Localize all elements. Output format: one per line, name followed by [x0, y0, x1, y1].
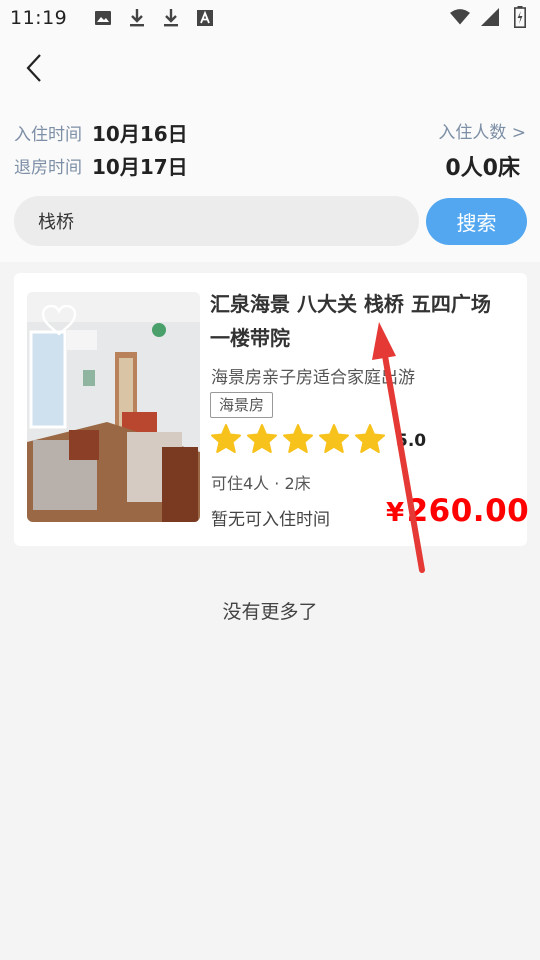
checkout-date: 10月17日 [92, 154, 188, 179]
star-icon [282, 423, 314, 455]
signal-icon [480, 6, 500, 28]
listing-tag: 海景房 [210, 392, 274, 418]
star-icon [354, 423, 386, 455]
listing-subtitle: 海景房亲子房适合家庭出游 [211, 368, 415, 388]
download-icon [127, 7, 147, 29]
status-time: 11:19 [10, 7, 68, 29]
chevron-left-icon [24, 53, 44, 87]
back-button[interactable] [16, 50, 52, 90]
checkout-label: 退房时间 [14, 157, 82, 178]
listing-card[interactable]: 汇泉海景 八大关 栈桥 五四广场 一楼带院 海景房亲子房适合家庭出游 海景房 5… [14, 273, 529, 546]
price-currency: ¥ [386, 498, 405, 528]
listing-photo [27, 292, 200, 522]
wifi-icon [450, 6, 470, 28]
listing-title: 汇泉海景 八大关 栈桥 五四广场 一楼带院 [210, 292, 491, 350]
battery-icon [510, 6, 530, 28]
guests-link[interactable]: 入住人数 > [438, 118, 526, 143]
search-input[interactable] [14, 196, 419, 246]
checkin-row[interactable]: 入住时间 10月16日 [14, 118, 188, 146]
no-more-text: 没有更多了 [222, 601, 318, 623]
heart-icon[interactable] [41, 304, 77, 337]
download-icon [161, 7, 181, 29]
availability-text: 暂无可入住时间 [211, 510, 330, 530]
capacity-text: 可住4人 · 2床 [211, 474, 311, 493]
rating-value: 5.0 [396, 431, 427, 451]
star-icon [318, 423, 350, 455]
checkin-date: 10月16日 [92, 121, 188, 146]
guests-value: 0人0床 [445, 156, 520, 181]
price: ¥260.00 [386, 493, 529, 529]
image-icon [93, 7, 113, 29]
checkout-row[interactable]: 退房时间 10月17日 [14, 151, 188, 179]
checkin-label: 入住时间 [14, 124, 82, 145]
star-rating [210, 423, 386, 455]
star-icon [210, 423, 242, 455]
font-icon [195, 7, 215, 29]
star-icon [246, 423, 278, 455]
price-value: 260.00 [406, 493, 530, 529]
search-button[interactable]: 搜索 [426, 198, 527, 245]
status-bar: 11:19 [0, 0, 540, 36]
